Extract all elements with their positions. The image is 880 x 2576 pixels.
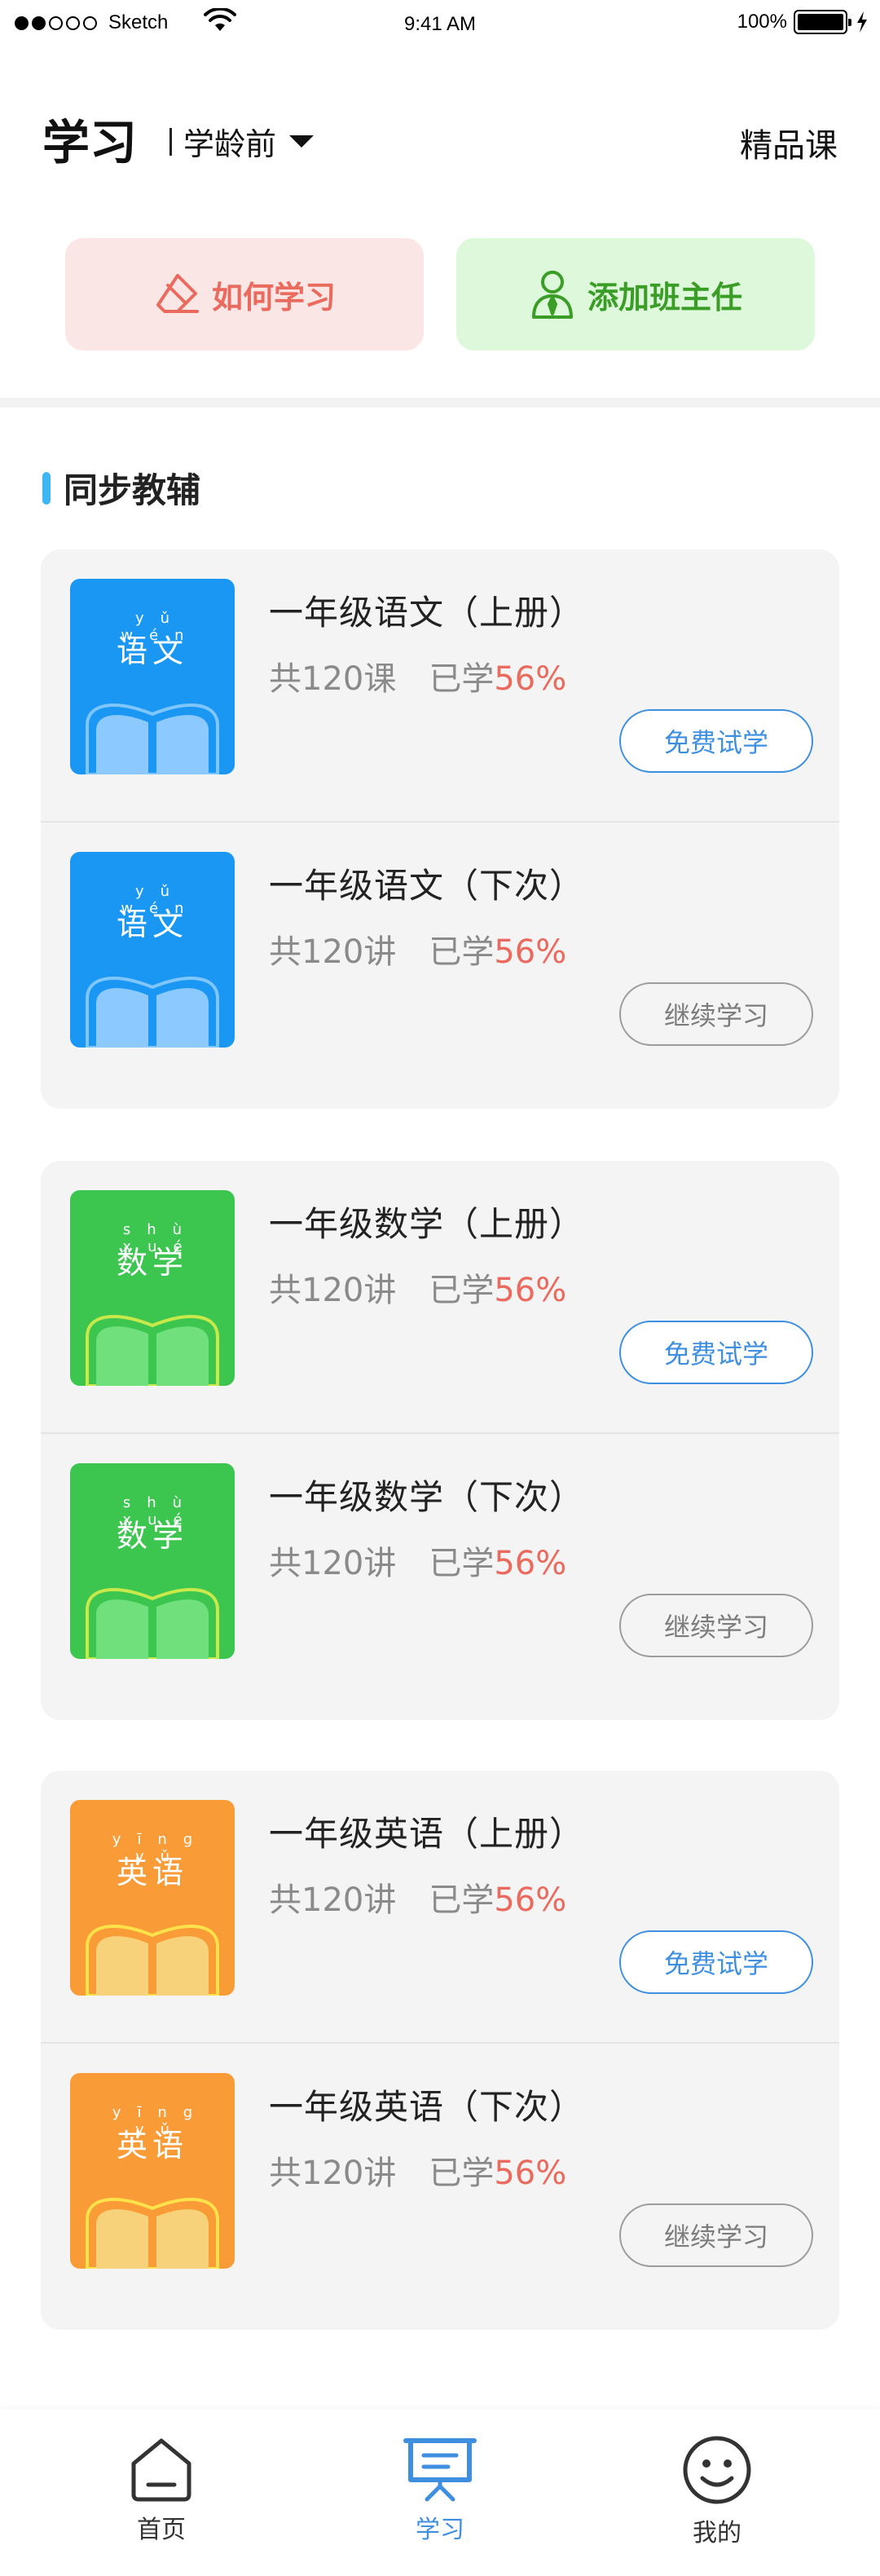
book-cover: shù xué 数学 [70,1463,235,1659]
open-book-icon [86,704,219,774]
teacher-icon [531,271,573,319]
course-title: 一年级数学（下次） [269,1477,585,1517]
course-title: 一年级数学（上册） [269,1204,585,1244]
add-teacher-label: 添加班主任 [587,279,742,315]
tab-study-label: 学习 [416,2516,464,2544]
course-meta: 共120讲 已学56% [269,2146,566,2194]
continue-learning-button[interactable]: 继续学习 [619,2203,813,2267]
lesson-count: 共120讲 [269,1545,397,1582]
free-trial-button[interactable]: 免费试学 [619,1930,813,1994]
tab-mine[interactable]: 我的 [636,2434,799,2548]
learned-percent: 56% [494,933,567,971]
course-item[interactable]: shù xué 数学 一年级数学（下次） 共120讲 已学56% 继续学习 [41,1434,839,1705]
grade-label: 学龄前 [183,126,277,162]
cover-subject: 数学 [116,1518,188,1554]
open-book-icon [86,1925,219,1996]
lesson-count: 共120课 [269,660,397,698]
battery-percent: 100% [737,11,787,33]
course-meta: 共120讲 已学56% [269,1264,566,1311]
course-group-english: yīng yǔ 英语 一年级英语（上册） 共120讲 已学56% 免费试学 yīn… [41,1771,839,2330]
learned-label: 已学 [429,660,495,698]
continue-learning-button[interactable]: 继续学习 [619,982,813,1046]
course-title: 一年级语文（下次） [269,866,585,906]
section-accent-bar [42,471,51,505]
free-trial-button[interactable]: 免费试学 [619,1321,813,1384]
home-icon [131,2438,191,2502]
course-meta: 共120讲 已学56% [269,925,566,973]
open-book-icon [86,1315,219,1386]
eraser-icon [156,274,199,313]
premium-courses-link[interactable]: 精品课 [740,119,838,166]
tab-study[interactable]: 学习 [359,2434,521,2545]
learned-label: 已学 [429,1272,495,1309]
book-cover: yǔ wén 语文 [70,852,235,1048]
course-item[interactable]: shù xué 数学 一年级数学（上册） 共120讲 已学56% 免费试学 [41,1161,839,1432]
learned-percent: 56% [494,1545,567,1582]
blackboard-icon [403,2438,477,2502]
learned-label: 已学 [429,1881,495,1919]
status-bar: Sketch 9:41 AM 100% [0,0,880,49]
learned-percent: 56% [494,660,567,698]
page-title: 学习 [42,115,138,170]
section-header: 同步教辅 [42,463,200,513]
add-teacher-button[interactable]: 添加班主任 [456,238,815,351]
how-to-learn-button[interactable]: 如何学习 [65,238,424,351]
open-book-icon [86,977,219,1048]
course-item[interactable]: yīng yǔ 英语 一年级英语（上册） 共120讲 已学56% 免费试学 [41,1771,839,2042]
continue-learning-button[interactable]: 继续学习 [619,1594,813,1657]
course-item[interactable]: yīng yǔ 英语 一年级英语（下次） 共120讲 已学56% 继续学习 [41,2044,839,2315]
course-meta: 共120讲 已学56% [269,1537,566,1584]
course-group-chinese: yǔ wén 语文 一年级语文（上册） 共120课 已学56% 免费试学 yǔ w… [41,549,839,1109]
book-cover: yǔ wén 语文 [70,579,235,774]
smiley-icon [683,2436,751,2504]
learned-label: 已学 [429,933,495,971]
how-to-learn-label: 如何学习 [211,279,336,315]
learned-label: 已学 [429,1545,495,1582]
open-book-icon [86,1588,219,1659]
battery-icon [794,10,851,34]
cover-subject: 英语 [116,2128,188,2164]
cover-subject: 语文 [116,633,188,669]
book-cover: yīng yǔ 英语 [70,1800,235,1996]
course-meta: 共120讲 已学56% [269,1873,566,1921]
course-item[interactable]: yǔ wén 语文 一年级语文（下次） 共120讲 已学56% 继续学习 [41,823,839,1094]
course-group-math: shù xué 数学 一年级数学（上册） 共120讲 已学56% 免费试学 shù… [41,1161,839,1720]
free-trial-button[interactable]: 免费试学 [619,709,813,773]
bottom-tab-bar: 首页 学习 我的 [0,2410,880,2576]
lesson-count: 共120讲 [269,1272,397,1309]
tab-home[interactable]: 首页 [80,2434,243,2545]
learned-percent: 56% [494,1272,567,1309]
book-cover: yīng yǔ 英语 [70,2073,235,2269]
course-item[interactable]: yǔ wén 语文 一年级语文（上册） 共120课 已学56% 免费试学 [41,549,839,821]
lesson-count: 共120讲 [269,1881,397,1919]
cover-subject: 语文 [116,906,188,942]
section-divider [0,398,880,408]
tab-home-label: 首页 [137,2516,186,2544]
grade-selector[interactable]: 学龄前 [169,119,315,164]
cover-subject: 英语 [116,1855,188,1890]
course-title: 一年级英语（下次） [269,2087,585,2127]
lesson-count: 共120讲 [269,2155,397,2192]
charging-bolt-icon [857,11,867,33]
caret-down-icon [289,135,315,148]
learned-percent: 56% [494,2155,567,2192]
cover-subject: 数学 [116,1245,188,1281]
course-title: 一年级英语（上册） [269,1814,585,1854]
page-header: 学习 学龄前 精品课 [42,104,838,170]
learned-percent: 56% [494,1881,567,1919]
course-title: 一年级语文（上册） [269,593,585,633]
tab-mine-label: 我的 [693,2519,741,2547]
section-title: 同步教辅 [64,470,201,510]
lesson-count: 共120讲 [269,933,397,971]
open-book-icon [86,2198,219,2269]
course-meta: 共120课 已学56% [269,652,566,699]
book-cover: shù xué 数学 [70,1190,235,1386]
learned-label: 已学 [429,2155,495,2192]
